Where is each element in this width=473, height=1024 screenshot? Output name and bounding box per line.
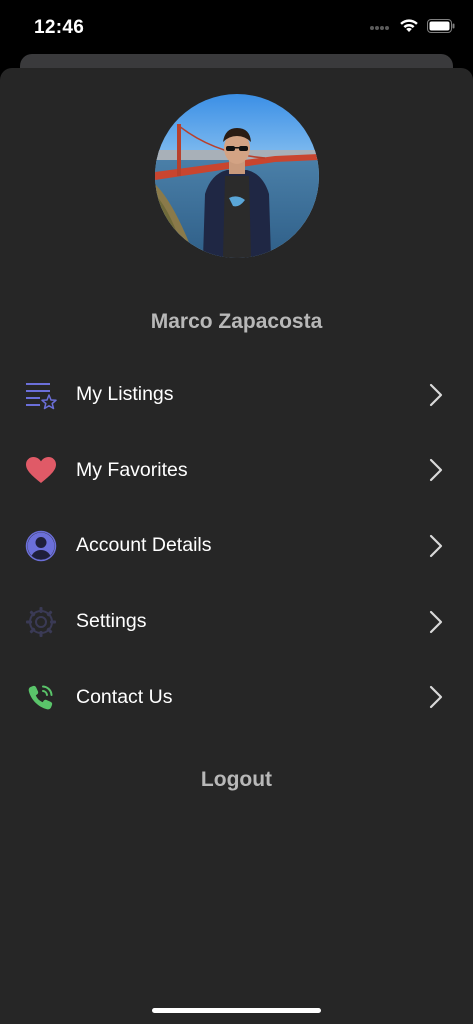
status-time: 12:46 <box>34 17 85 38</box>
logout-button[interactable]: Logout <box>0 768 473 792</box>
menu-item-my-favorites[interactable]: My Favorites <box>0 433 473 509</box>
chevron-right-icon <box>429 534 443 558</box>
menu-item-label: My Favorites <box>76 458 188 481</box>
user-circle-icon <box>24 529 58 563</box>
status-icons <box>369 18 455 38</box>
menu-item-contact-us[interactable]: Contact Us <box>0 659 473 735</box>
status-bar: 12:46 <box>0 0 473 56</box>
home-indicator[interactable] <box>152 1008 321 1013</box>
avatar[interactable] <box>155 94 319 258</box>
wifi-icon <box>399 18 419 38</box>
menu-item-label: Settings <box>76 610 147 633</box>
user-name: Marco Zapacosta <box>150 310 323 333</box>
battery-icon <box>427 18 455 38</box>
chevron-right-icon <box>429 458 443 482</box>
cellular-signal-icon <box>369 19 391 37</box>
menu-item-label: Contact Us <box>76 685 173 708</box>
listings-star-icon <box>24 378 58 412</box>
menu-item-settings[interactable]: Settings <box>0 584 473 660</box>
drawer-menu: My Listings My Favorites Account Details… <box>0 357 473 735</box>
menu-item-label: Account Details <box>76 534 212 557</box>
phone-icon <box>24 680 58 714</box>
chevron-right-icon <box>429 383 443 407</box>
menu-item-account-details[interactable]: Account Details <box>0 508 473 584</box>
menu-item-label: My Listings <box>76 383 174 406</box>
heart-icon <box>24 453 58 487</box>
menu-item-my-listings[interactable]: My Listings <box>0 357 473 433</box>
chevron-right-icon <box>429 610 443 634</box>
chevron-right-icon <box>429 685 443 709</box>
gear-icon <box>24 605 58 639</box>
